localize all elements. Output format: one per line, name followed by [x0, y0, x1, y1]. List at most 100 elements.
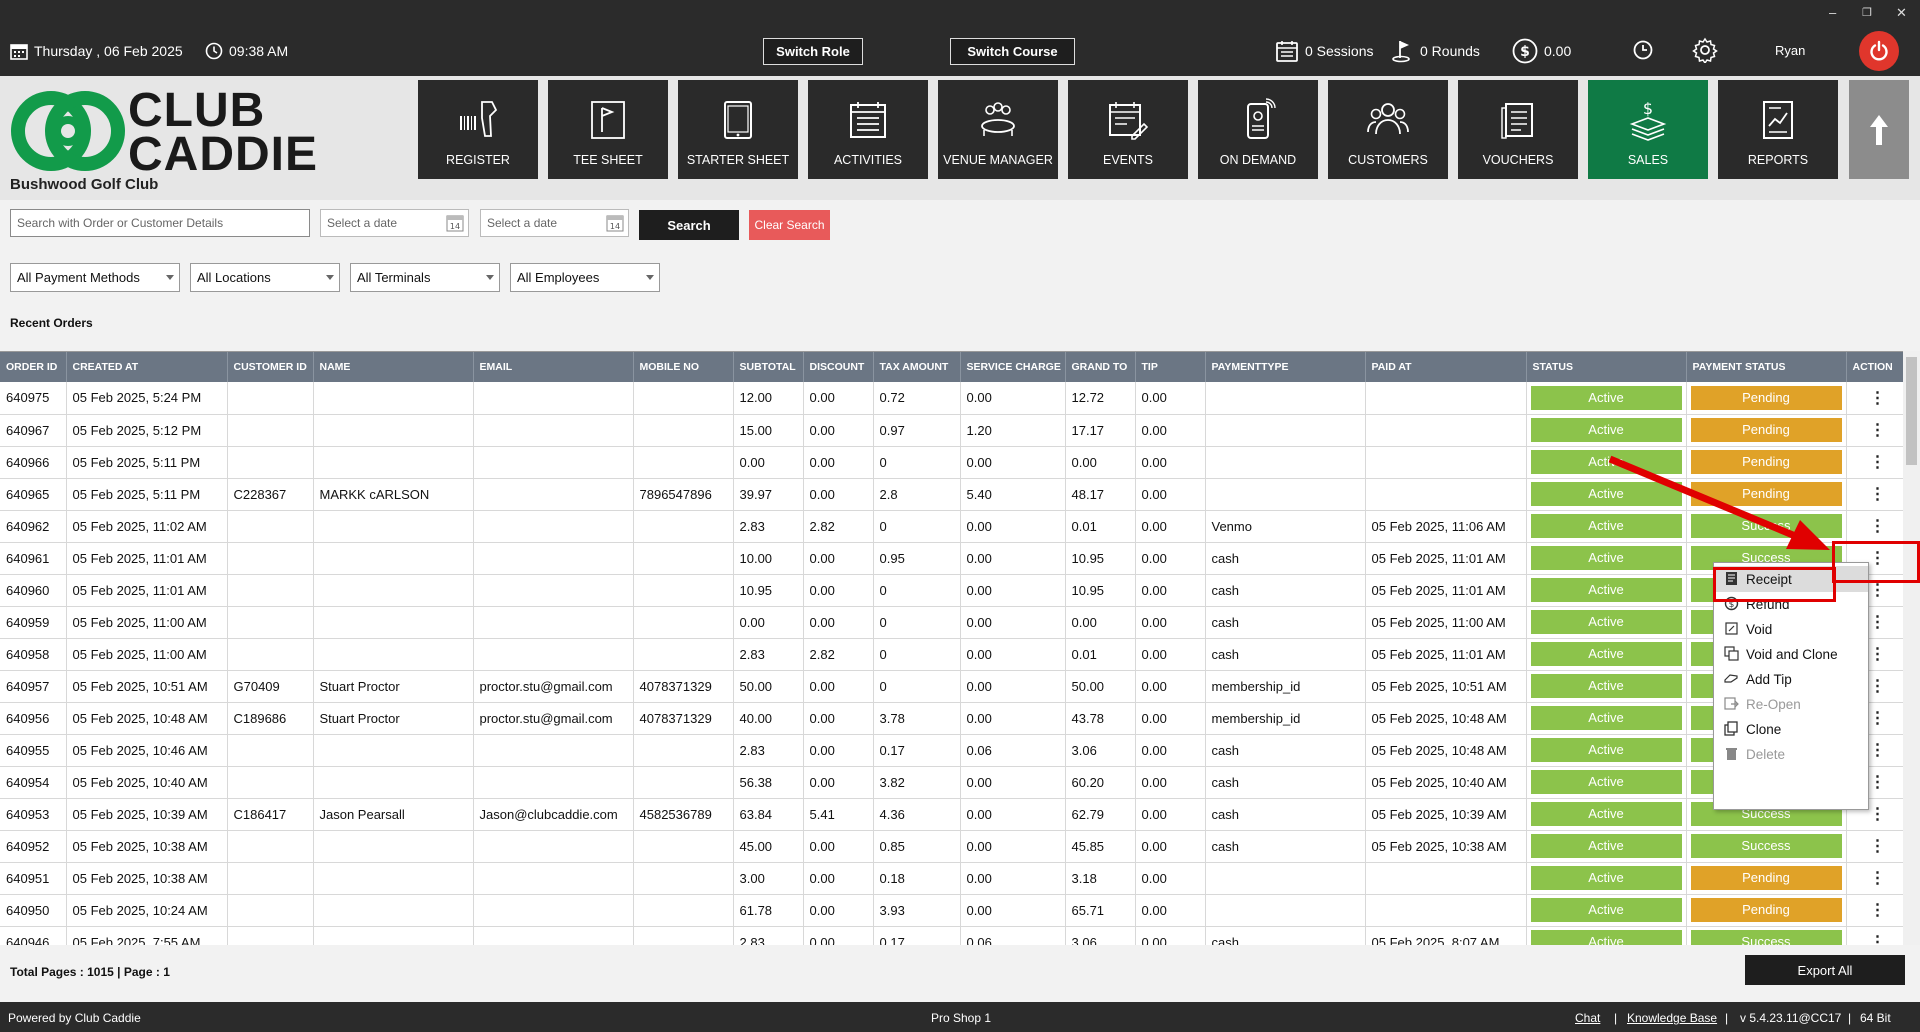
menu-item-void-and-clone[interactable]: Void and Clone	[1714, 641, 1868, 667]
knowledge-base-link[interactable]: Knowledge Base	[1627, 1011, 1717, 1025]
table-row[interactable]: 640959 05 Feb 2025, 11:00 AM 0.00 0.00 0 0.00…	[0, 606, 1903, 639]
column-header[interactable]: TAX AMOUNT	[873, 352, 961, 382]
nav-starter-sheet-button[interactable]: STARTER SHEET	[678, 80, 798, 179]
rounds-display[interactable]: 0 Rounds	[1392, 39, 1480, 63]
row-action-menu-button[interactable]: ⋮	[1846, 510, 1903, 543]
calendar-picker-icon[interactable]: 14	[606, 214, 624, 232]
close-button[interactable]: ✕	[1896, 5, 1907, 21]
chat-link[interactable]: Chat	[1575, 1011, 1600, 1025]
nav-tee-sheet-button[interactable]: TEE SHEET	[548, 80, 668, 179]
scroll-up-nav-button[interactable]	[1849, 80, 1909, 179]
row-action-menu-button[interactable]: ⋮	[1846, 478, 1903, 511]
date-from-input[interactable]: Select a date 14	[320, 209, 469, 237]
table-row[interactable]: 640961 05 Feb 2025, 11:01 AM 10.00 0.00 0.95…	[0, 542, 1903, 575]
sessions-display[interactable]: 0 Sessions	[1275, 39, 1373, 63]
nav-vouchers-button[interactable]: VOUCHERS	[1458, 80, 1578, 179]
table-scrollbar[interactable]	[1903, 351, 1920, 945]
table-cell: 43.78	[1065, 702, 1136, 735]
column-header[interactable]: TIP	[1135, 352, 1206, 382]
table-cell: 0.00	[803, 894, 874, 927]
column-header[interactable]: ORDER ID	[0, 352, 67, 382]
table-row[interactable]: 640957 05 Feb 2025, 10:51 AM G70409 Stuart …	[0, 670, 1903, 703]
column-header[interactable]: EMAIL	[473, 352, 634, 382]
table-row[interactable]: 640955 05 Feb 2025, 10:46 AM 2.83 0.00 0.17 0…	[0, 734, 1903, 767]
row-action-menu-button[interactable]: ⋮	[1846, 446, 1903, 479]
column-header[interactable]: STATUS	[1526, 352, 1687, 382]
table-row[interactable]: 640954 05 Feb 2025, 10:40 AM 56.38 0.00 3.82…	[0, 766, 1903, 799]
payment-status-cell: Pending	[1686, 862, 1847, 895]
export-all-button[interactable]: Export All	[1745, 955, 1905, 985]
nav-reports-button[interactable]: REPORTS	[1718, 80, 1838, 179]
search-button[interactable]: Search	[639, 210, 739, 240]
table-cell	[633, 606, 734, 639]
column-header[interactable]: PAYMENTTYPE	[1205, 352, 1366, 382]
nav-register-button[interactable]: REGISTER	[418, 80, 538, 179]
row-action-menu-button[interactable]: ⋮	[1846, 862, 1903, 895]
column-header[interactable]: NAME	[313, 352, 474, 382]
table-row[interactable]: 640950 05 Feb 2025, 10:24 AM 61.78 0.00 3.93…	[0, 894, 1903, 927]
search-input[interactable]: Search with Order or Customer Details	[10, 209, 310, 237]
column-header[interactable]: CUSTOMER ID	[227, 352, 314, 382]
column-header[interactable]: SUBTOTAL	[733, 352, 804, 382]
table-cell: 0.00	[803, 926, 874, 945]
settings-button[interactable]	[1692, 37, 1718, 63]
nav-venue-manager-button[interactable]: VENUE MANAGER	[938, 80, 1058, 179]
history-button[interactable]	[1633, 40, 1653, 60]
table-row[interactable]: 640952 05 Feb 2025, 10:38 AM 45.00 0.00 0.85…	[0, 830, 1903, 863]
column-header[interactable]: PAID AT	[1365, 352, 1527, 382]
logout-button[interactable]	[1859, 31, 1899, 71]
column-header[interactable]: DISCOUNT	[803, 352, 874, 382]
column-header[interactable]: CREATED AT	[66, 352, 228, 382]
row-action-menu-button[interactable]: ⋮	[1846, 830, 1903, 863]
table-row[interactable]: 640962 05 Feb 2025, 11:02 AM 2.83 2.82 0 0.00…	[0, 510, 1903, 543]
clear-search-button[interactable]: Clear Search	[749, 210, 830, 240]
row-action-menu-button[interactable]: ⋮	[1846, 926, 1903, 945]
menu-item-add-tip[interactable]: Add Tip	[1714, 666, 1868, 692]
date-to-input[interactable]: Select a date 14	[480, 209, 629, 237]
menu-item-label: Delete	[1746, 746, 1786, 762]
scrollbar-thumb[interactable]	[1906, 357, 1917, 465]
payment-method-select[interactable]: All Payment Methods	[10, 263, 180, 292]
table-cell: 640959	[0, 606, 67, 639]
nav-on-demand-button[interactable]: ON DEMAND	[1198, 80, 1318, 179]
nav-sales-button[interactable]: $ SALES	[1588, 80, 1708, 179]
calendar-picker-icon[interactable]: 14	[446, 214, 464, 232]
cash-display[interactable]: $ 0.00	[1512, 38, 1571, 64]
table-row[interactable]: 640960 05 Feb 2025, 11:01 AM 10.95 0.00 0 0.0…	[0, 574, 1903, 607]
table-cell: C186417	[227, 798, 314, 831]
terminal-select[interactable]: All Terminals	[350, 263, 500, 292]
table-row[interactable]: 640966 05 Feb 2025, 5:11 PM 0.00 0.00 0 0.00 0…	[0, 446, 1903, 479]
location-select[interactable]: All Locations	[190, 263, 340, 292]
table-row[interactable]: 640951 05 Feb 2025, 10:38 AM 3.00 0.00 0.18 0…	[0, 862, 1903, 895]
table-row[interactable]: 640967 05 Feb 2025, 5:12 PM 15.00 0.00 0.97 1…	[0, 414, 1903, 447]
employee-select[interactable]: All Employees	[510, 263, 660, 292]
restore-button[interactable]: ❐	[1862, 6, 1872, 19]
column-header[interactable]: SERVICE CHARGE	[960, 352, 1066, 382]
column-header[interactable]: ACTION	[1846, 352, 1903, 382]
table-row[interactable]: 640975 05 Feb 2025, 5:24 PM 12.00 0.00 0.72 0…	[0, 382, 1903, 415]
table-cell	[1365, 478, 1527, 511]
status-cell: Active	[1526, 446, 1687, 479]
nav-events-button[interactable]: EVENTS	[1068, 80, 1188, 179]
nav-activities-button[interactable]: ACTIVITIES	[808, 80, 928, 179]
table-row[interactable]: 640965 05 Feb 2025, 5:11 PM C228367 MARKK c…	[0, 478, 1903, 511]
menu-item-void[interactable]: Void	[1714, 616, 1868, 642]
row-action-menu-button[interactable]: ⋮	[1846, 382, 1903, 415]
table-row[interactable]: 640958 05 Feb 2025, 11:00 AM 2.83 2.82 0 0.00…	[0, 638, 1903, 671]
menu-item-clone[interactable]: Clone	[1714, 716, 1868, 742]
row-action-menu-button[interactable]: ⋮	[1846, 894, 1903, 927]
column-header[interactable]: GRAND TO	[1065, 352, 1136, 382]
table-cell	[473, 542, 634, 575]
switch-role-button[interactable]: Switch Role	[763, 38, 863, 65]
table-row[interactable]: 640953 05 Feb 2025, 10:39 AM C186417 Jason …	[0, 798, 1903, 831]
switch-course-button[interactable]: Switch Course	[950, 38, 1075, 65]
column-header[interactable]: PAYMENT STATUS	[1686, 352, 1847, 382]
column-header[interactable]: MOBILE NO	[633, 352, 734, 382]
date-display: Thursday , 06 Feb 2025	[10, 42, 183, 60]
table-row[interactable]: 640946 05 Feb 2025, 7:55 AM 2.83 0.00 0.17 0.…	[0, 926, 1903, 945]
table-row[interactable]: 640956 05 Feb 2025, 10:48 AM C189686 Stuart…	[0, 702, 1903, 735]
row-action-menu-button[interactable]: ⋮	[1846, 414, 1903, 447]
minimize-button[interactable]: –	[1829, 5, 1836, 20]
nav-customers-button[interactable]: CUSTOMERS	[1328, 80, 1448, 179]
user-name[interactable]: Ryan	[1775, 43, 1805, 58]
